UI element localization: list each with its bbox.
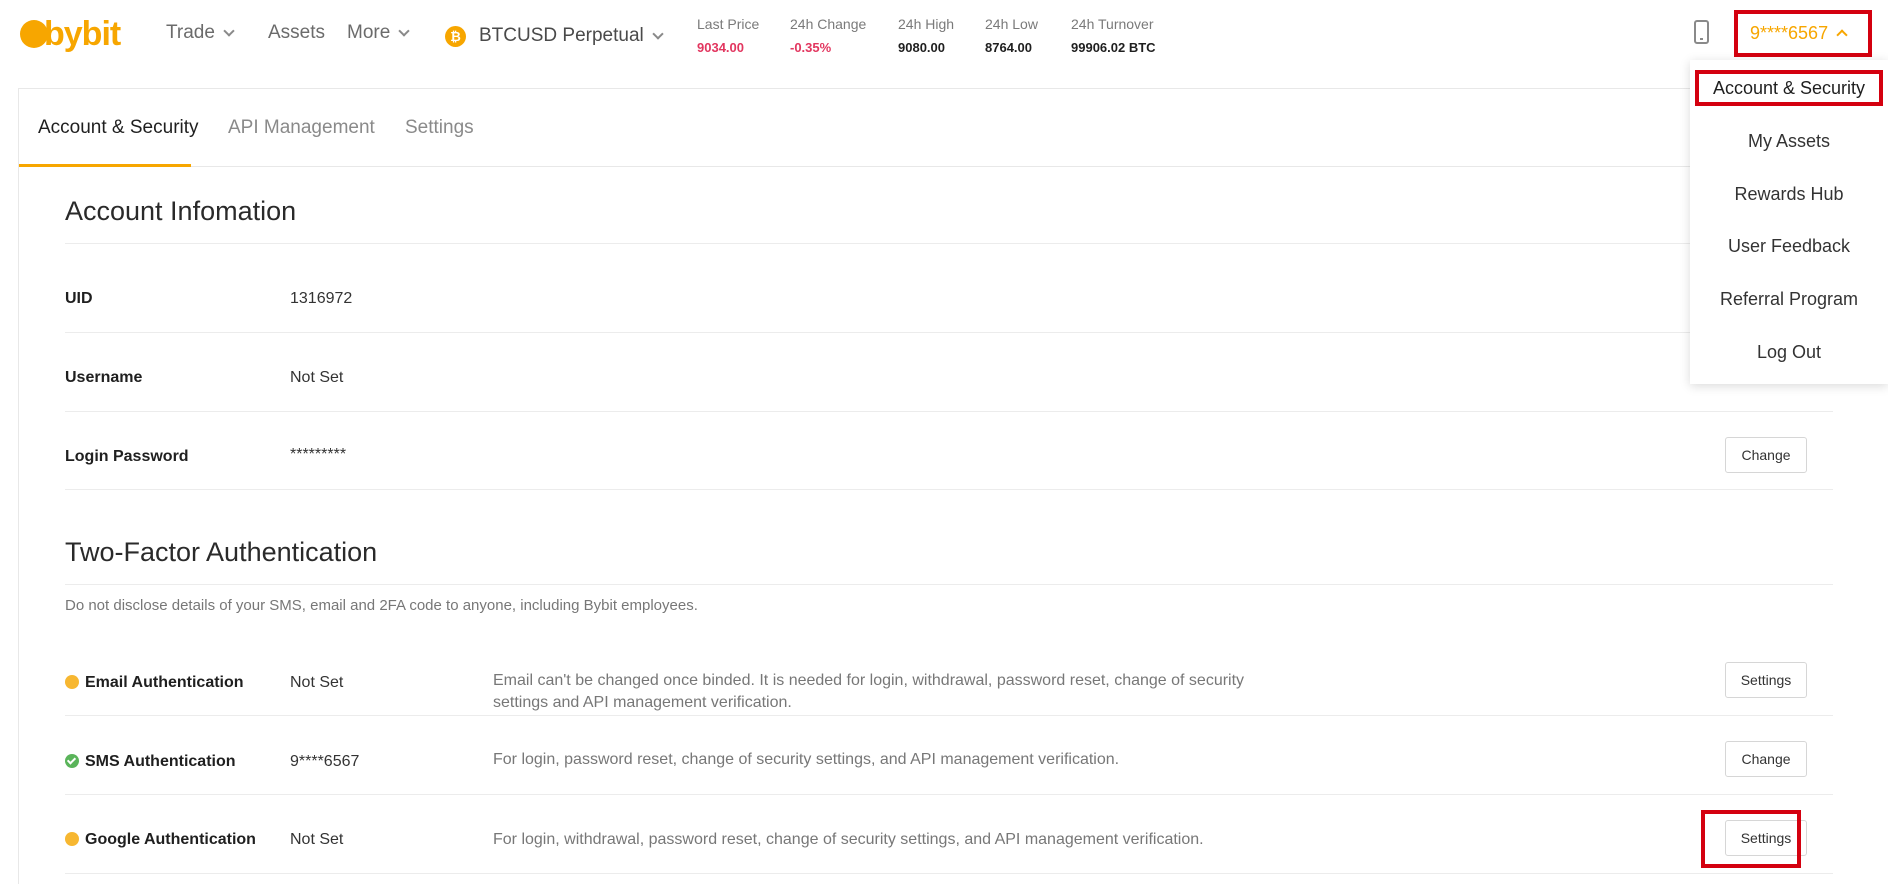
ticker-24h-turnover: 24h Turnover 99906.02 BTC [1071,16,1156,55]
uid-value: 1316972 [290,290,353,307]
nav-more-label: More [347,22,391,43]
ticker-label: 24h Low [985,16,1038,32]
change-password-button[interactable]: Change [1725,437,1807,473]
highlight-box [1701,810,1801,868]
menu-item-referral-program[interactable]: Referral Program [1690,289,1888,310]
nav-trade-label: Trade [166,22,215,43]
sms-auth-label: SMS Authentication [65,753,236,771]
sms-auth-change-button[interactable]: Change [1725,741,1807,777]
nav-trade[interactable]: Trade [166,22,235,44]
login-password-value: ********* [290,446,347,463]
top-bar: bybit Trade Assets More ₿ BTCUSD Perpetu… [0,0,1888,72]
menu-item-rewards-hub[interactable]: Rewards Hub [1690,184,1888,205]
chevron-up-icon [1836,29,1848,41]
chevron-down-icon [398,24,410,37]
google-auth-label-text: Google Authentication [85,831,256,848]
tab-settings[interactable]: Settings [405,117,474,139]
google-auth-value: Not Set [290,831,344,848]
status-pending-icon [65,832,79,846]
email-auth-value: Not Set [290,674,344,691]
account-card: Account & Security API Management Settin… [18,88,1888,884]
symbol-label: BTCUSD Perpetual [479,25,644,46]
google-auth-label: Google Authentication [65,831,256,849]
menu-item-user-feedback[interactable]: User Feedback [1690,236,1888,257]
symbol-selector[interactable]: BTCUSD Perpetual [479,25,664,47]
user-menu-button[interactable]: 9****6567 [1734,10,1872,57]
ticker-24h-change: 24h Change -0.35% [790,16,866,55]
divider [65,715,1833,716]
chevron-down-icon [223,24,235,37]
nav-assets[interactable]: Assets [268,22,325,44]
status-pending-icon [65,675,79,689]
tab-bar: Account & Security API Management Settin… [19,89,1888,167]
menu-item-account-security[interactable]: Account & Security [1695,70,1883,106]
tab-account-security[interactable]: Account & Security [38,117,199,139]
active-tab-indicator [19,164,191,167]
email-auth-desc: Email can't be changed once binded. It i… [493,672,1245,711]
sms-auth-desc: For login, password reset, change of sec… [493,751,1120,768]
uid-label: UID [65,290,93,307]
menu-item-log-out[interactable]: Log Out [1690,342,1888,363]
logo-text: bybit [44,14,121,53]
sms-auth-value: 9****6567 [290,753,360,770]
divider [65,873,1833,874]
divider [65,584,1833,585]
google-auth-desc: For login, withdrawal, password reset, c… [493,831,1204,848]
ticker-label: 24h Turnover [1071,16,1154,32]
email-auth-label-text: Email Authentication [85,674,244,691]
email-auth-label: Email Authentication [65,674,244,692]
ticker-label: 24h Change [790,16,867,32]
divider [65,411,1833,412]
two-factor-title: Two-Factor Authentication [65,537,378,567]
nav-more[interactable]: More [347,22,410,44]
ticker-value: 8764.00 [985,40,1032,55]
mobile-app-icon[interactable] [1694,20,1709,44]
ticker-value: -0.35% [790,40,832,55]
ticker-24h-high: 24h High 9080.00 [898,16,954,55]
divider [65,243,1833,244]
login-password-label: Login Password [65,448,189,465]
divider [65,332,1833,333]
ticker-value: 9034.00 [697,40,744,55]
email-auth-settings-button[interactable]: Settings [1725,662,1807,698]
bitcoin-icon: ₿ [445,26,466,47]
menu-item-my-assets[interactable]: My Assets [1690,131,1888,152]
tab-api-management[interactable]: API Management [228,117,375,139]
ticker-value: 9080.00 [898,40,945,55]
username-label: Username [65,369,143,386]
account-info-title: Account Infomation [65,196,297,226]
ticker-label: 24h High [898,16,955,32]
status-verified-icon [65,754,79,768]
divider [65,794,1833,795]
user-masked-id: 9****6567 [1750,23,1829,43]
username-value: Not Set [290,369,344,386]
security-note: Do not disclose details of your SMS, ema… [65,597,698,614]
ticker-24h-low: 24h Low 8764.00 [985,16,1038,55]
divider [65,489,1833,490]
bybit-logo[interactable]: bybit [20,14,121,54]
ticker-last-price: Last Price 9034.00 [697,16,759,55]
user-dropdown-menu: Account & Security My Assets Rewards Hub… [1690,60,1888,384]
chevron-down-icon [652,27,664,40]
nav-assets-label: Assets [268,22,326,43]
sms-auth-label-text: SMS Authentication [85,753,236,770]
ticker-value: 99906.02 BTC [1071,40,1156,55]
ticker-label: Last Price [697,16,760,32]
